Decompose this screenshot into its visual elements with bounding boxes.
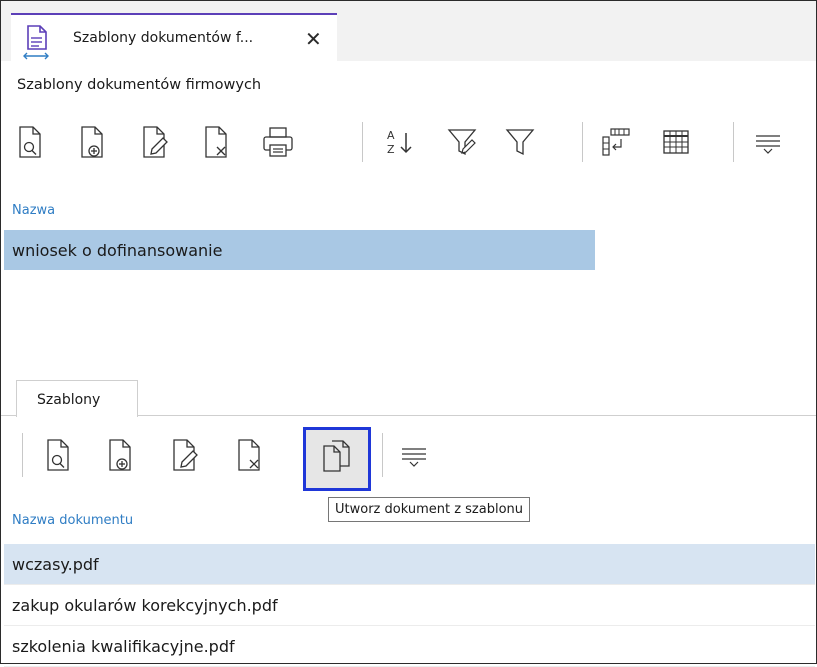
delete-document-button[interactable]: [229, 433, 269, 477]
print-icon: [263, 127, 293, 157]
filter-clear-icon: [447, 129, 477, 156]
edit-document-icon: [143, 126, 168, 158]
sort-az-icon: AZ: [387, 129, 412, 156]
grid-icon: [663, 130, 689, 154]
grid-button[interactable]: [656, 120, 696, 164]
more-button[interactable]: [748, 120, 788, 164]
column-chooser-icon: [602, 128, 630, 156]
print-button[interactable]: [258, 120, 298, 164]
tab-document-templates[interactable]: Szablony dokumentów f... ✕: [11, 13, 337, 63]
table-row[interactable]: wczasy.pdf: [4, 544, 815, 585]
document-arrows-icon: [21, 23, 51, 67]
tab-label: Szablony: [37, 392, 101, 408]
list-item: zakup okularów korekcyjnych.pdf: [12, 596, 278, 615]
more-button[interactable]: [394, 433, 434, 477]
preview-icon: [47, 439, 69, 471]
sort-button[interactable]: AZ: [380, 120, 420, 164]
templates-toolbar: [0, 425, 500, 479]
delete-document-icon: [238, 439, 260, 471]
add-document-icon: [109, 439, 131, 471]
preview-button[interactable]: [10, 120, 50, 164]
toolbar-separator: [582, 122, 583, 162]
tab-templates[interactable]: Szablony: [16, 380, 138, 417]
filter-button[interactable]: [500, 120, 540, 164]
add-document-icon: [81, 126, 103, 158]
documents-list: wczasy.pdf zakup okularów korekcyjnych.p…: [4, 544, 815, 667]
list-item: szkolenia kwalifikacyjne.pdf: [12, 637, 235, 656]
tab-strip: Szablony dokumentów f... ✕: [1, 1, 816, 63]
tab-title: Szablony dokumentów f...: [73, 30, 254, 46]
svg-text:A: A: [387, 129, 395, 142]
main-toolbar: AZ: [0, 118, 815, 168]
close-icon[interactable]: ✕: [305, 29, 322, 49]
preview-button[interactable]: [38, 433, 78, 477]
list-item: wczasy.pdf: [12, 555, 99, 574]
table-row[interactable]: szkolenia kwalifikacyjne.pdf: [4, 626, 815, 667]
column-header-document-name[interactable]: Nazwa dokumentu: [12, 513, 133, 528]
delete-document-icon: [205, 126, 227, 158]
edit-document-button[interactable]: [134, 120, 174, 164]
toolbar-separator: [362, 122, 363, 162]
table-row[interactable]: zakup okularów korekcyjnych.pdf: [4, 585, 815, 626]
preview-icon: [19, 126, 41, 158]
edit-document-button[interactable]: [164, 433, 204, 477]
column-chooser-button[interactable]: [596, 120, 636, 164]
delete-document-button[interactable]: [196, 120, 236, 164]
more-icon: [402, 448, 426, 467]
toolbar-separator: [382, 433, 383, 477]
create-from-template-button[interactable]: [317, 434, 357, 478]
toolbar-separator: [22, 433, 23, 477]
page-title: Szablony dokumentów firmowych: [17, 77, 262, 93]
filter-clear-button[interactable]: [442, 120, 482, 164]
column-header-name[interactable]: Nazwa: [12, 203, 55, 218]
svg-text:Z: Z: [387, 143, 395, 156]
more-icon: [756, 135, 780, 154]
toolbar-separator: [733, 122, 734, 162]
copy-documents-icon: [323, 440, 350, 472]
edit-document-icon: [173, 439, 198, 471]
tooltip: Utworz dokument z szablonu: [328, 497, 531, 522]
filter-icon: [505, 129, 535, 156]
add-document-button[interactable]: [72, 120, 112, 164]
add-document-button[interactable]: [100, 433, 140, 477]
list-item[interactable]: wniosek o dofinansowanie: [12, 241, 222, 260]
